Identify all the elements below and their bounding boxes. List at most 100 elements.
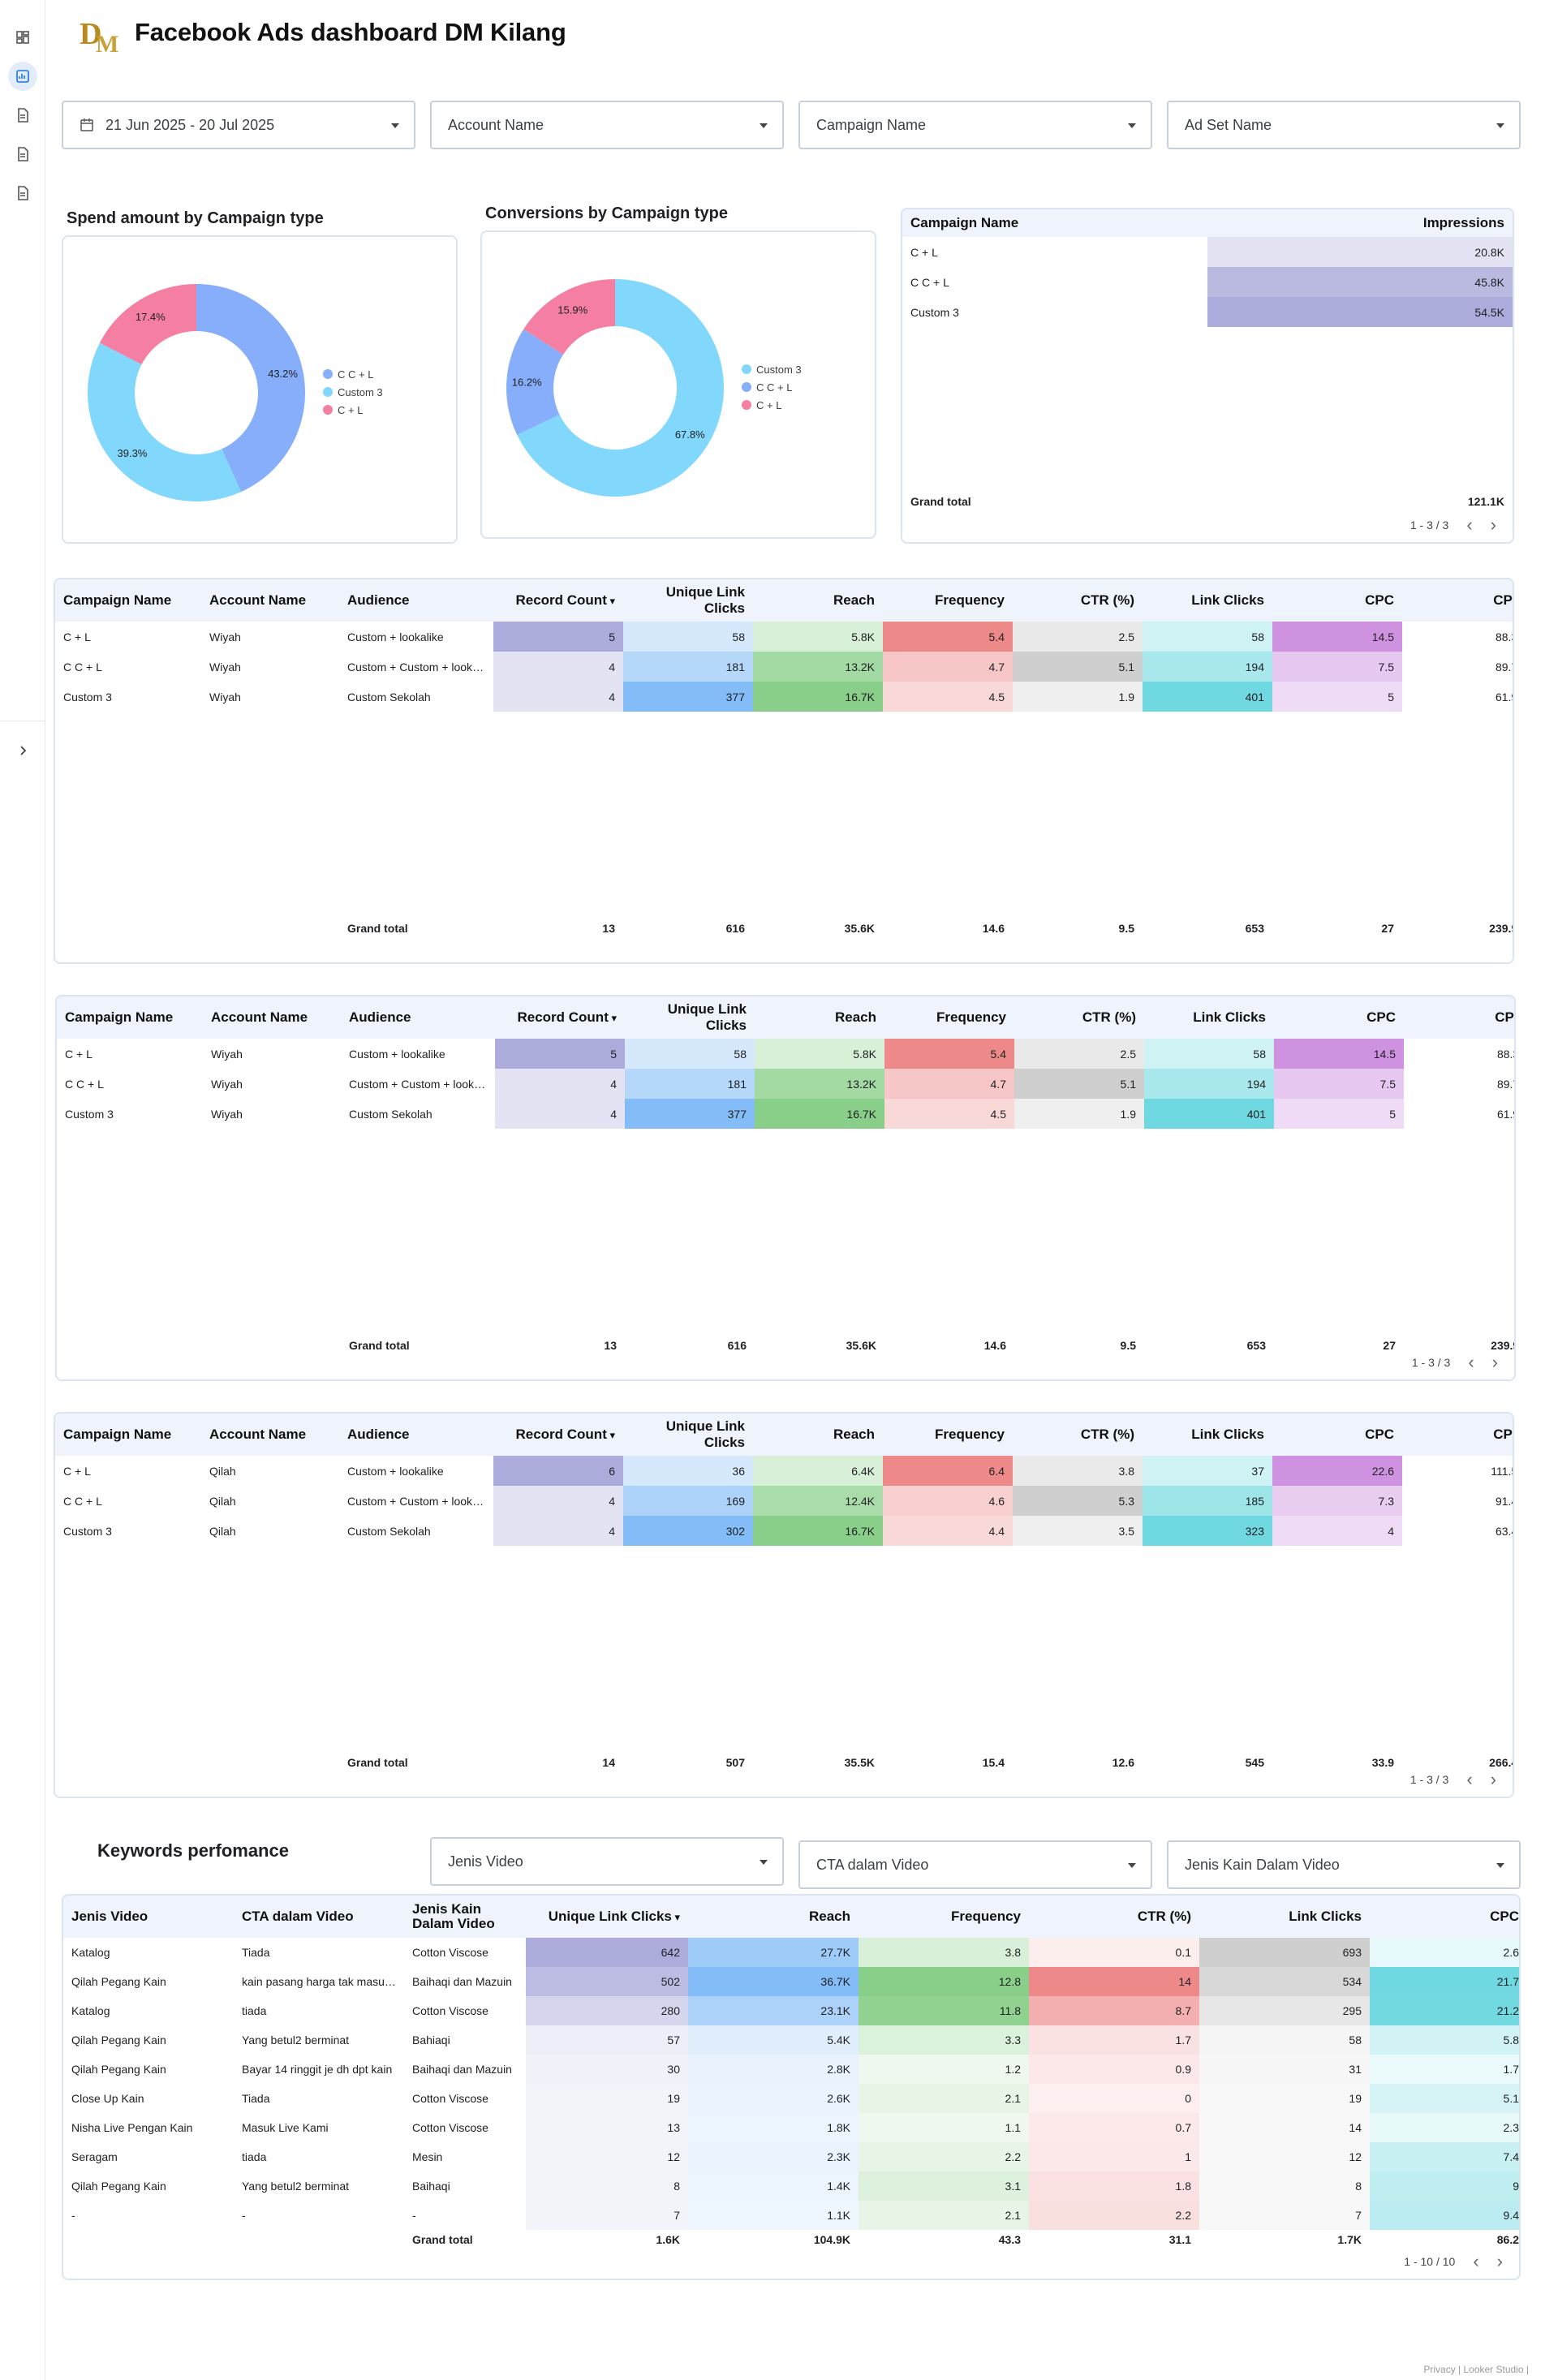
column-header[interactable]: Campaign Name	[902, 209, 1207, 237]
table-row[interactable]: Katalog Tiada Cotton Viscose 642 27.7K 3.8 0.1…	[63, 1938, 1519, 1967]
column-header[interactable]: Frequency	[884, 996, 1014, 1039]
column-header[interactable]: Unique Link Clicks	[625, 996, 755, 1039]
column-header[interactable]: CPC	[1274, 996, 1404, 1039]
table-cell: 23.1K	[688, 1996, 859, 2025]
column-header[interactable]: Account Name	[201, 579, 339, 622]
table-row[interactable]: Custom 3 Wiyah Custom Sekolah 4 377 16.7K 4.5 1…	[57, 1099, 1514, 1129]
table-row[interactable]: C C + L Qilah Custom + Custom + lookalike 4…	[55, 1486, 1513, 1516]
footer-links[interactable]: Privacy | Looker Studio |	[1423, 2364, 1529, 2375]
page-icon[interactable]	[8, 179, 37, 208]
table-row[interactable]: Qilah Pegang Kain Yang betul2 berminat Bah…	[63, 2025, 1519, 2055]
column-header[interactable]: Campaign Name	[55, 1414, 201, 1456]
column-header[interactable]: CTA dalam Video	[234, 1896, 404, 1938]
table-row[interactable]: Close Up Kain Tiada Cotton Viscose 19 2.6K 2.…	[63, 2084, 1519, 2113]
table-row[interactable]: Custom 3 Wiyah Custom Sekolah 4 377 16.7K 4.5 1…	[55, 682, 1513, 712]
column-header[interactable]: Record Count	[493, 579, 623, 622]
table-cell: 63.45	[1495, 1524, 1513, 1538]
column-header[interactable]: Record Count	[495, 996, 625, 1039]
jenis-video-filter[interactable]: Jenis Video	[430, 1837, 784, 1886]
column-header[interactable]: Link Clicks	[1199, 1896, 1370, 1938]
report-page-icon[interactable]	[8, 62, 37, 91]
campaign-name-filter[interactable]: Campaign Name	[798, 101, 1152, 149]
table-row[interactable]: C + L Qilah Custom + lookalike 6 36 6.4K 6.4 3.…	[55, 1456, 1513, 1486]
table-row[interactable]: Qilah Pegang Kain Bayar 14 ringgit je dh …	[63, 2055, 1519, 2084]
page-icon[interactable]	[8, 101, 37, 130]
previous-page-icon[interactable]: ‹	[1466, 1769, 1472, 1790]
table-row[interactable]: Custom 3 54.5K	[902, 297, 1513, 327]
donut-slice[interactable]	[88, 342, 242, 501]
column-header[interactable]: Account Name	[201, 1414, 339, 1456]
column-header[interactable]: CPC	[1272, 579, 1402, 622]
table-row[interactable]: Nisha Live Pengan Kain Masuk Live Kami Cot…	[63, 2113, 1519, 2142]
table-cell: Wiyah	[209, 690, 241, 704]
table-row[interactable]: C C + L Wiyah Custom + Custom + lookalike 4…	[57, 1069, 1514, 1099]
column-header[interactable]: Link Clicks	[1143, 579, 1272, 622]
table-row[interactable]: Custom 3 Qilah Custom Sekolah 4 302 16.7K 4.4 3…	[55, 1516, 1513, 1546]
legend-item[interactable]: C + L	[323, 401, 383, 419]
column-header[interactable]: Audience	[339, 579, 493, 622]
previous-page-icon[interactable]: ‹	[1468, 1352, 1474, 1373]
column-header[interactable]: Jenis Kain Dalam Video	[404, 1896, 526, 1938]
column-header[interactable]: CPC	[1272, 1414, 1402, 1456]
column-header[interactable]: CTR (%)	[1014, 996, 1144, 1039]
ad-set-name-filter[interactable]: Ad Set Name	[1167, 101, 1521, 149]
table-row[interactable]: C + L 20.8K	[902, 237, 1513, 267]
column-header[interactable]: Reach	[753, 579, 883, 622]
cta-filter[interactable]: CTA dalam Video	[798, 1840, 1152, 1889]
next-page-icon[interactable]: ›	[1491, 1769, 1496, 1790]
column-header[interactable]: CTR (%)	[1013, 579, 1143, 622]
column-header[interactable]: Impressions	[1207, 209, 1513, 237]
column-header[interactable]: CTR (%)	[1029, 1896, 1199, 1938]
legend-item[interactable]: C + L	[742, 396, 802, 414]
page-icon[interactable]	[8, 140, 37, 169]
table-cell: 5.1	[1013, 652, 1143, 682]
column-header[interactable]: Campaign Name	[55, 579, 201, 622]
column-header[interactable]: Reach	[755, 996, 884, 1039]
column-header[interactable]: CPM	[1402, 579, 1513, 622]
column-header[interactable]: Audience	[339, 1414, 493, 1456]
column-header[interactable]: Reach	[688, 1896, 859, 1938]
previous-page-icon[interactable]: ‹	[1473, 2251, 1478, 2272]
column-header[interactable]: Jenis Video	[63, 1896, 234, 1938]
column-header[interactable]: Unique Link Clicks	[623, 579, 753, 622]
next-page-icon[interactable]: ›	[1492, 1352, 1498, 1373]
legend-item[interactable]: C C + L	[323, 365, 383, 383]
table-row[interactable]: Qilah Pegang Kain kain pasang harga tak m…	[63, 1967, 1519, 1996]
table-row[interactable]: Seragam tiada Mesin 12 2.3K 2.2 1 12 7.4	[63, 2142, 1519, 2171]
jenis-kain-filter[interactable]: Jenis Kain Dalam Video	[1167, 1840, 1521, 1889]
legend-item[interactable]: C C + L	[742, 378, 802, 396]
column-header[interactable]: Frequency	[883, 1414, 1013, 1456]
table-row[interactable]: C C + L 45.8K	[902, 267, 1513, 297]
column-header[interactable]: Account Name	[203, 996, 341, 1039]
table-cell: C + L	[65, 1047, 93, 1061]
table-row[interactable]: C + L Wiyah Custom + lookalike 5 58 5.8K 5.4 2.…	[55, 622, 1513, 652]
table-row[interactable]: Qilah Pegang Kain Yang betul2 berminat Bai…	[63, 2171, 1519, 2201]
column-header[interactable]: CTR (%)	[1013, 1414, 1143, 1456]
date-range-picker[interactable]: 21 Jun 2025 - 20 Jul 2025	[62, 101, 415, 149]
expand-chevron-icon[interactable]	[0, 721, 45, 779]
column-header[interactable]: Unique Link Clicks	[623, 1414, 753, 1456]
next-page-icon[interactable]: ›	[1497, 2251, 1503, 2272]
table-row[interactable]: - - -7 1.1K 2.1 2.2 7 9.4	[63, 2201, 1519, 2230]
column-header[interactable]: Unique Link Clicks	[526, 1896, 688, 1938]
column-header[interactable]: CPC	[1370, 1896, 1519, 1938]
previous-page-icon[interactable]: ‹	[1466, 514, 1472, 536]
column-header[interactable]: Link Clicks	[1144, 996, 1274, 1039]
next-page-icon[interactable]: ›	[1491, 514, 1496, 536]
column-header[interactable]: Link Clicks	[1143, 1414, 1272, 1456]
column-header[interactable]: Record Count	[493, 1414, 623, 1456]
column-header[interactable]: Audience	[341, 996, 495, 1039]
legend-item[interactable]: Custom 3	[323, 383, 383, 401]
column-header[interactable]: Campaign Name	[57, 996, 203, 1039]
dashboard-icon[interactable]	[8, 23, 37, 52]
table-row[interactable]: C C + L Wiyah Custom + Custom + lookalike 4…	[55, 652, 1513, 682]
legend-item[interactable]: Custom 3	[742, 360, 802, 378]
table-row[interactable]: C + L Wiyah Custom + lookalike 5 58 5.8K 5.4 2.…	[57, 1039, 1514, 1069]
column-header[interactable]: CPM	[1402, 1414, 1513, 1456]
column-header[interactable]: Frequency	[883, 579, 1013, 622]
column-header[interactable]: CPM	[1404, 996, 1514, 1039]
column-header[interactable]: Frequency	[859, 1896, 1029, 1938]
account-name-filter[interactable]: Account Name	[430, 101, 784, 149]
table-row[interactable]: Katalog tiada Cotton Viscose 280 23.1K 11.8 8.…	[63, 1996, 1519, 2025]
column-header[interactable]: Reach	[753, 1414, 883, 1456]
